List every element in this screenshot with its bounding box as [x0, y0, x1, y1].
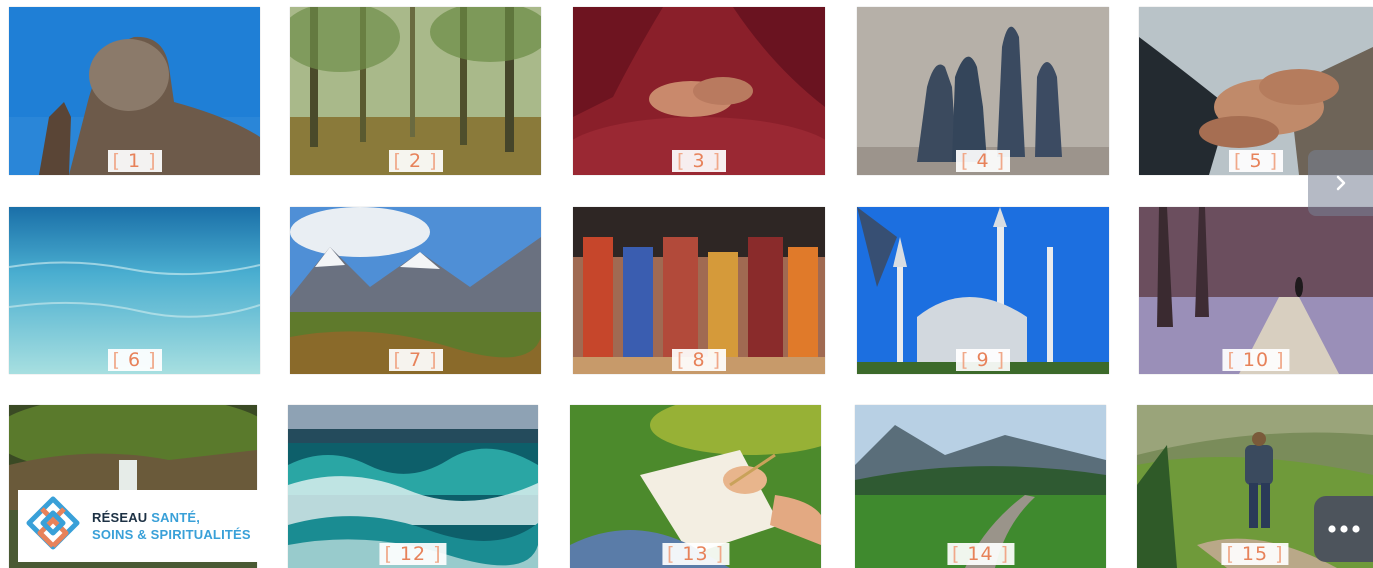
tile-6[interactable]: 6 — [9, 207, 260, 374]
tile-3[interactable]: 3 — [573, 7, 825, 175]
tile-number: 6 — [107, 349, 162, 371]
tile-4[interactable]: 4 — [857, 7, 1109, 175]
more-dots-icon — [1327, 525, 1360, 533]
tile-8[interactable]: 8 — [573, 207, 825, 374]
tile-14[interactable]: 14 — [855, 405, 1106, 568]
tile-number: 7 — [388, 349, 443, 371]
logo-text: RÉSEAU SANTÉ, SOINS & SPIRITUALITÉS — [92, 509, 251, 543]
logo-line-2: SOINS & SPIRITUALITÉS — [92, 527, 251, 542]
logo-line-1: RÉSEAU SANTÉ, — [92, 509, 251, 526]
logo-word-sante: SANTÉ, — [151, 510, 201, 525]
tile-number: 14 — [946, 543, 1015, 565]
tile-2[interactable]: 2 — [290, 7, 541, 175]
logo: RÉSEAU SANTÉ, SOINS & SPIRITUALITÉS — [18, 490, 258, 562]
logo-word-reseau: RÉSEAU — [92, 510, 148, 525]
tile-number: 9 — [956, 349, 1010, 371]
network-knot-logo-icon — [26, 496, 80, 550]
tile-1[interactable]: 1 — [9, 7, 260, 175]
tile-13[interactable]: 13 — [570, 405, 821, 568]
tile-number: 12 — [379, 543, 447, 565]
tile-7[interactable]: 7 — [290, 207, 541, 374]
more-options-button[interactable] — [1314, 496, 1373, 562]
tile-10[interactable]: 10 — [1139, 207, 1373, 374]
tile-number: 13 — [661, 543, 730, 565]
next-slide-button[interactable] — [1308, 150, 1373, 216]
tile-number: 3 — [672, 150, 726, 172]
tile-number: 10 — [1222, 349, 1290, 371]
tile-number: 15 — [1221, 543, 1289, 565]
image-grid: 1 2 3 — [0, 0, 1373, 568]
tile-number: 4 — [956, 150, 1010, 172]
tile-number: 2 — [388, 150, 443, 172]
tile-number: 5 — [1229, 150, 1283, 172]
tile-number: 8 — [672, 349, 726, 371]
tile-number: 1 — [107, 150, 162, 172]
tile-9[interactable]: 9 — [857, 207, 1109, 374]
tile-12[interactable]: 12 — [288, 405, 538, 568]
chevron-right-icon — [1336, 175, 1345, 191]
